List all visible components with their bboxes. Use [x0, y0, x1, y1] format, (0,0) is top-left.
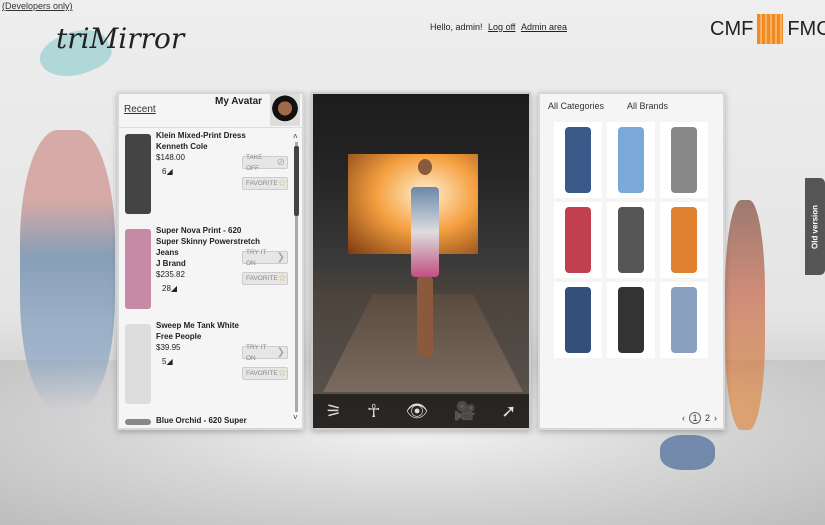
product-tile[interactable]: [607, 282, 655, 358]
product-tile[interactable]: [660, 282, 708, 358]
my-avatar-label: My Avatar: [215, 96, 263, 107]
pose-icon[interactable]: ☥: [367, 401, 380, 422]
page-2[interactable]: 2: [705, 413, 710, 423]
item-thumbnail[interactable]: [125, 229, 151, 309]
avatar-model[interactable]: [405, 159, 445, 369]
product-tile[interactable]: [554, 202, 602, 278]
item-title: Sweep Me Tank White: [156, 321, 239, 330]
illustration-women: [20, 130, 115, 410]
list-item[interactable]: Super Nova Print - 620 Super Skinny Powe…: [119, 225, 294, 320]
illustration-clothes-rack: [725, 200, 765, 430]
favorite-button[interactable]: FAVORITE ☆: [242, 177, 288, 190]
recent-items-panel: Recent My Avatar Klein Mixed-Print Dress…: [117, 92, 304, 430]
take-off-button[interactable]: TAKE OFF ⊘: [242, 154, 288, 172]
favorite-button[interactable]: FAVORITE ☆: [242, 272, 288, 285]
admin-area-link[interactable]: Admin area: [521, 22, 567, 32]
product-grid: [554, 122, 708, 358]
logoff-link[interactable]: Log off: [488, 22, 515, 32]
product-tile[interactable]: [607, 122, 655, 198]
item-title: Blue Orchid - 620 Super: [156, 416, 247, 425]
list-item[interactable]: Sweep Me Tank White Free People $39.95 5◢ TR…: [119, 320, 294, 415]
eye-icon[interactable]: 👁: [406, 401, 429, 422]
item-thumbnail[interactable]: [125, 324, 151, 404]
greeting: Hello, admin!: [430, 22, 483, 32]
trimirror-logo[interactable]: triMirror: [33, 14, 184, 89]
try-it-on-button[interactable]: TRY IT ON ❯: [242, 249, 288, 267]
product-tile[interactable]: [660, 122, 708, 198]
item-price: $148.00: [156, 153, 185, 162]
item-title: Klein Mixed-Print Dress: [156, 131, 246, 140]
old-version-tab[interactable]: Old version: [805, 178, 825, 275]
list-item[interactable]: Blue Orchid - 620 Super: [119, 415, 294, 427]
recent-dropdown[interactable]: Recent: [124, 104, 156, 115]
scrollbar[interactable]: ˄ ˅: [293, 132, 300, 422]
item-thumbnail[interactable]: [125, 134, 151, 214]
pagination: ‹ 1 2 ›: [682, 412, 717, 424]
item-brand: Free People: [156, 332, 202, 341]
stage-toolbar: ⚞ ☥ 👁 🎥 ➚: [313, 394, 529, 428]
item-price: $39.95: [156, 343, 181, 352]
developers-link[interactable]: (Developers only): [2, 1, 73, 11]
product-tile[interactable]: [660, 202, 708, 278]
favorite-button[interactable]: FAVORITE ☆: [242, 367, 288, 380]
list-item[interactable]: Klein Mixed-Print Dress Kenneth Cole $148.…: [119, 130, 294, 225]
runway-stage[interactable]: ⚞ ☥ 👁 🎥 ➚: [311, 92, 531, 430]
item-list: Klein Mixed-Print Dress Kenneth Cole $148.…: [119, 130, 294, 427]
try-it-on-button[interactable]: TRY IT ON ❯: [242, 344, 288, 362]
avatar[interactable]: [270, 94, 300, 126]
prev-page-button[interactable]: ‹: [682, 413, 685, 423]
cmf-fmc-logo: CMF FMC: [710, 14, 825, 44]
item-brand: Kenneth Cole: [156, 142, 208, 151]
user-bar: Hello, admin! Log off Admin area: [430, 22, 567, 32]
product-tile[interactable]: [607, 202, 655, 278]
item-count[interactable]: 6◢: [162, 166, 246, 177]
item-thumbnail[interactable]: [125, 419, 151, 425]
camera-icon[interactable]: 🎥: [454, 401, 476, 422]
item-count[interactable]: 5◢: [162, 356, 239, 367]
page-1[interactable]: 1: [688, 412, 701, 424]
illustration-jeans-stack: [660, 435, 715, 470]
catalog-panel: All Categories All Brands ‹ 1 2 ›: [538, 92, 725, 430]
product-tile[interactable]: [554, 282, 602, 358]
next-page-button[interactable]: ›: [714, 413, 717, 423]
product-tile[interactable]: [554, 122, 602, 198]
share-icon[interactable]: ➚: [501, 401, 516, 422]
brands-dropdown[interactable]: All Brands: [627, 101, 668, 111]
background-icon[interactable]: ⚞: [326, 401, 342, 422]
categories-dropdown[interactable]: All Categories: [548, 101, 604, 111]
